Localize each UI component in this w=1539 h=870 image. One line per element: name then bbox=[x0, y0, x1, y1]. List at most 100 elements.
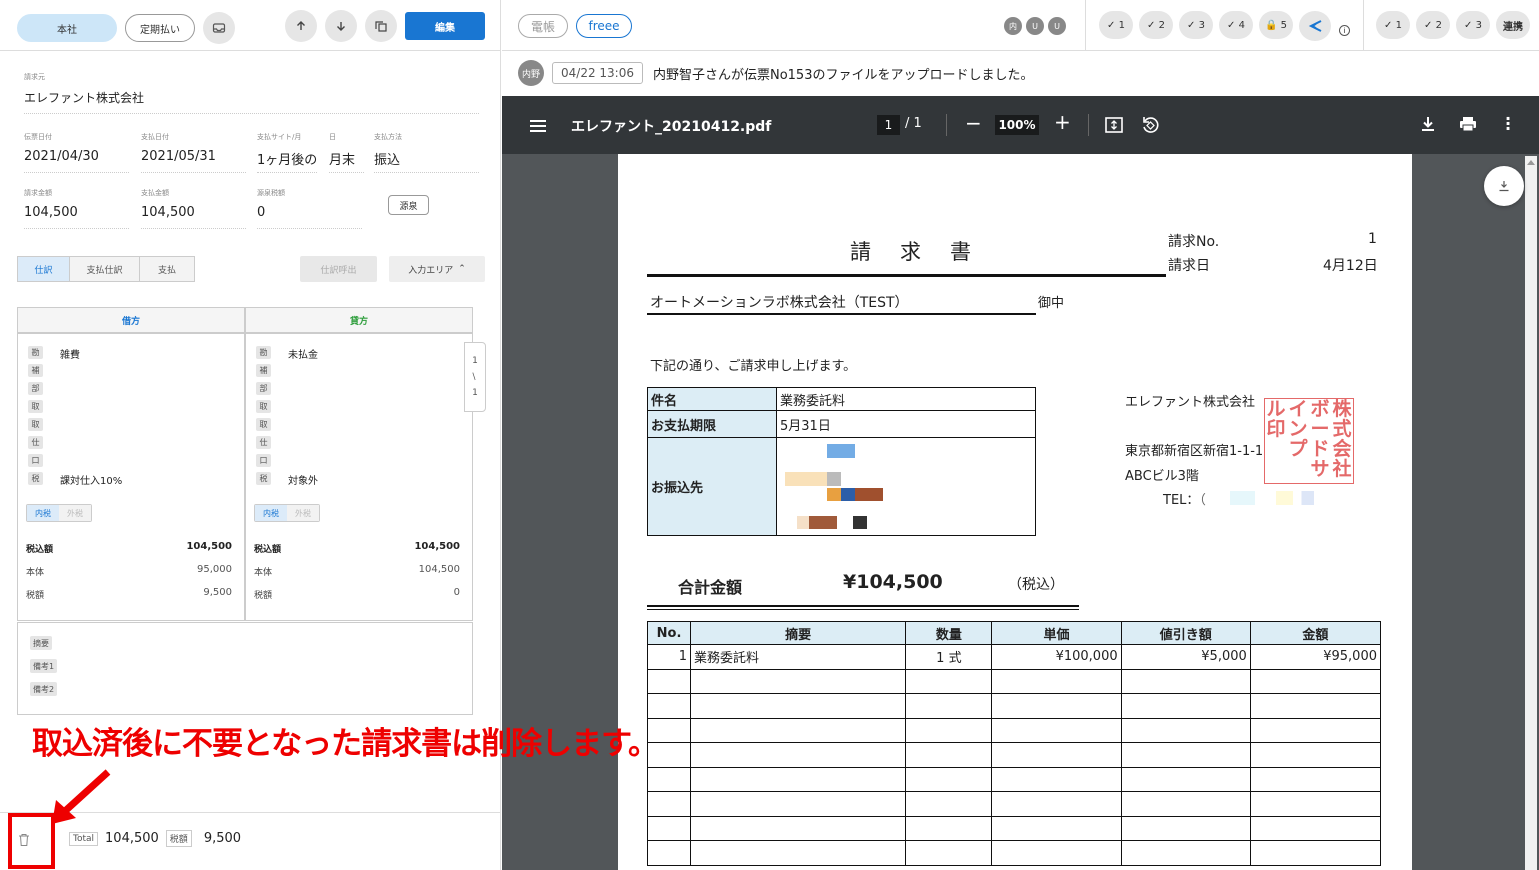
approval-check[interactable]: ✓ 2 bbox=[1416, 11, 1450, 39]
zoom-out-icon[interactable]: − bbox=[965, 111, 982, 135]
print-icon[interactable] bbox=[1459, 116, 1477, 136]
arrow-down-icon[interactable] bbox=[325, 10, 357, 42]
freee-tag[interactable]: freee bbox=[576, 14, 632, 38]
field-value[interactable]: 2021/05/31 bbox=[141, 149, 216, 164]
table-cell bbox=[1120, 668, 1251, 694]
doc-tags: 電帳 freee bbox=[518, 14, 632, 38]
dencho-tag[interactable]: 電帳 bbox=[518, 14, 568, 38]
table-cell bbox=[1120, 717, 1251, 743]
memo-tag[interactable]: 備考1 bbox=[30, 659, 58, 673]
amount-label: 税額 bbox=[254, 591, 273, 601]
field-value[interactable]: 2021/04/30 bbox=[24, 149, 99, 164]
arrow-up-icon[interactable] bbox=[285, 10, 317, 42]
honsha-button[interactable]: 本社 bbox=[17, 14, 117, 42]
pdf-page-total: / 1 bbox=[905, 116, 922, 131]
freee-logo-icon[interactable] bbox=[1299, 11, 1331, 41]
field-value[interactable]: 0 bbox=[257, 205, 265, 220]
table-cell bbox=[991, 791, 1122, 817]
approval-check[interactable]: ✓ 3 bbox=[1456, 11, 1490, 39]
debit-tax[interactable]: 課対仕入10% bbox=[60, 472, 122, 487]
tab-shiwake[interactable]: 仕訳 bbox=[17, 256, 70, 282]
memo-tag[interactable]: 摘要 bbox=[30, 636, 52, 650]
rotate-icon[interactable] bbox=[1141, 116, 1159, 138]
log-avatar: 内野 bbox=[518, 60, 544, 86]
user-avatar[interactable]: U bbox=[1026, 17, 1044, 35]
download-icon[interactable] bbox=[1420, 116, 1436, 136]
credit-sotozei[interactable]: 外税 bbox=[287, 505, 319, 521]
company-seal: 株式会社 ボードサ インプ ル印 bbox=[1264, 398, 1354, 484]
approval-check[interactable]: ✓ 2 bbox=[1139, 11, 1173, 39]
table-cell bbox=[1120, 766, 1251, 792]
pdf-page-input[interactable]: 1 bbox=[877, 115, 900, 135]
credit-kanjo[interactable]: 未払金 bbox=[288, 346, 318, 361]
info-icon[interactable]: i bbox=[1339, 25, 1350, 36]
inbox-icon[interactable] bbox=[203, 12, 235, 44]
approval-check[interactable]: ✓ 1 bbox=[1376, 11, 1410, 39]
amount-value[interactable]: 0 bbox=[454, 587, 460, 598]
journal-key-tag: 取 bbox=[28, 400, 43, 413]
seal-char: プ bbox=[1288, 438, 1308, 460]
table-cell bbox=[1249, 815, 1382, 841]
field-value[interactable]: 振込 bbox=[374, 149, 400, 168]
zoom-in-icon[interactable]: + bbox=[1054, 110, 1071, 134]
menu-icon[interactable] bbox=[530, 118, 546, 137]
approval-check[interactable]: 🔒 5 bbox=[1259, 11, 1293, 39]
table-cell bbox=[1249, 766, 1382, 792]
zoom-input[interactable]: 100% bbox=[995, 115, 1039, 135]
journal-key-tag: 口 bbox=[28, 454, 43, 467]
pager[interactable]: 1 / 1 bbox=[464, 342, 486, 412]
approval-check[interactable]: ✓ 1 bbox=[1099, 11, 1133, 39]
seal-char: ー bbox=[1310, 418, 1330, 440]
user-avatar[interactable]: 内 bbox=[1004, 17, 1022, 35]
gensen-button[interactable]: 源泉 bbox=[388, 195, 429, 215]
invoice-date: 4月12日 bbox=[1323, 258, 1378, 274]
furikomi-label: お振込先 bbox=[647, 437, 777, 536]
input-area-button[interactable]: 入力エリア ⌃ bbox=[389, 256, 485, 282]
amount-value[interactable]: 104,500 bbox=[419, 564, 460, 575]
more-icon[interactable]: · · · bbox=[1505, 111, 1511, 137]
field-value[interactable]: 104,500 bbox=[24, 205, 78, 220]
approval-check[interactable]: ✓ 3 bbox=[1179, 11, 1213, 39]
total-underline bbox=[647, 605, 1079, 607]
field-label: 日 bbox=[329, 133, 336, 141]
approval-check[interactable]: ✓ 4 bbox=[1219, 11, 1253, 39]
teiki-button[interactable]: 定期払い bbox=[125, 14, 195, 42]
divider bbox=[1085, 0, 1086, 50]
seikyumoto-value[interactable]: エレファント株式会社 bbox=[24, 89, 144, 106]
furikomi-redacted bbox=[776, 437, 1036, 536]
fit-page-icon[interactable] bbox=[1105, 116, 1123, 138]
journal-key-tag: 仕 bbox=[256, 436, 271, 449]
memo-tag[interactable]: 備考2 bbox=[30, 682, 58, 696]
field-value[interactable]: 月末 bbox=[329, 149, 355, 168]
credit-tax[interactable]: 対象外 bbox=[288, 472, 318, 487]
company-tel: TEL：（ bbox=[1163, 493, 1206, 508]
scrollbar[interactable] bbox=[1525, 156, 1537, 870]
pdf-page: 請 求 書 請求No. 1 請求日 4月12日 オートメーションラボ株式会社（T… bbox=[618, 154, 1412, 870]
debit-sotozei[interactable]: 外税 bbox=[59, 505, 91, 521]
field-value[interactable]: 104,500 bbox=[141, 205, 195, 220]
table-cell: ¥95,000 bbox=[1249, 644, 1382, 670]
invoice-to: オートメーションラボ株式会社（TEST） bbox=[650, 295, 909, 311]
field-label: 支払日付 bbox=[141, 133, 169, 141]
debit-uchizei[interactable]: 内税 bbox=[27, 505, 59, 521]
tab-shiharai-shiwake[interactable]: 支払仕訳 bbox=[70, 256, 140, 282]
credit-uchizei[interactable]: 内税 bbox=[255, 505, 287, 521]
amount-value[interactable]: 9,500 bbox=[203, 587, 232, 598]
field-value[interactable]: 1ヶ月後の bbox=[257, 149, 317, 168]
renkei-button[interactable]: 連携 bbox=[1496, 11, 1530, 39]
user-avatar[interactable]: U bbox=[1048, 17, 1066, 35]
save-icon[interactable] bbox=[1484, 166, 1524, 206]
debit-kanjo[interactable]: 雑費 bbox=[60, 346, 80, 361]
table-cell: ¥5,000 bbox=[1120, 644, 1251, 670]
amount-value[interactable]: 95,000 bbox=[197, 564, 232, 575]
table-cell bbox=[690, 668, 907, 694]
shiwake-yobidashi-button[interactable]: 仕訳呼出 bbox=[300, 256, 377, 282]
amount-value[interactable]: 104,500 bbox=[414, 541, 460, 552]
column-header: 単価 bbox=[991, 621, 1122, 645]
amount-value[interactable]: 104,500 bbox=[186, 541, 232, 552]
table-row bbox=[646, 791, 1382, 817]
copy-icon[interactable] bbox=[365, 10, 397, 42]
seal-char: 社 bbox=[1332, 458, 1352, 480]
edit-button[interactable]: 編集 bbox=[405, 12, 485, 40]
tab-shiharai[interactable]: 支払 bbox=[140, 256, 195, 282]
